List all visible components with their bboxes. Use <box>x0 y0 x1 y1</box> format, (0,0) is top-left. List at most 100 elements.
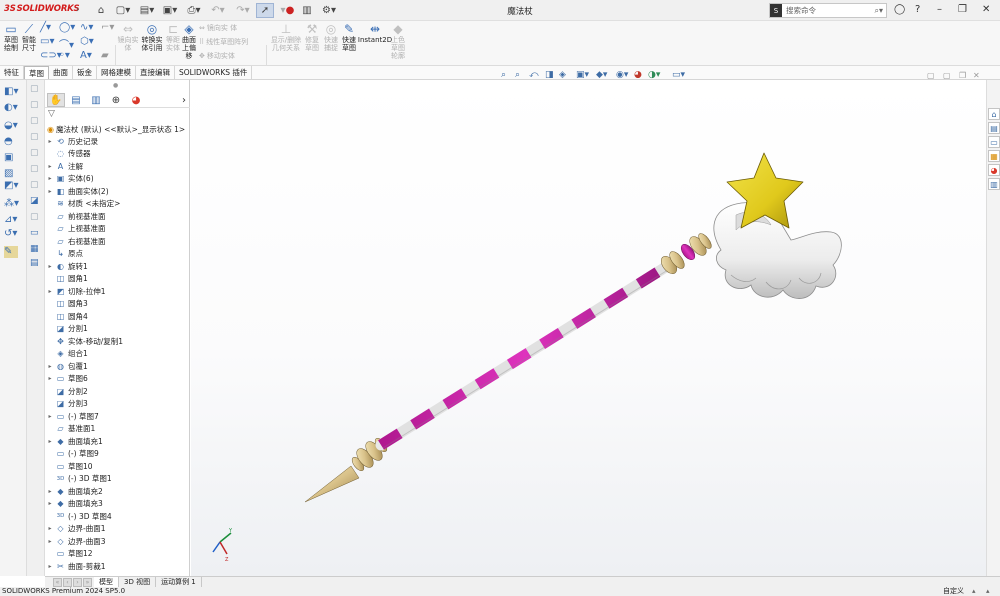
minimize-button[interactable]: – <box>937 4 942 15</box>
tree-item[interactable]: ▸ ◆ 曲面填充3 <box>45 498 185 510</box>
tab-motion-study[interactable]: 运动算例 1 <box>156 577 202 587</box>
home-icon[interactable]: ⌂ <box>93 3 109 18</box>
tree-item[interactable]: ◪ 分割2 <box>45 385 185 397</box>
display-delete-relations-button[interactable]: ⊥ 显示/删除 几何关系 <box>270 23 302 53</box>
tool-b-icon[interactable]: ▢ <box>30 100 39 110</box>
tree-item[interactable]: ▸ ◆ 曲面填充2 <box>45 485 185 497</box>
shell-icon[interactable]: ▨ <box>4 168 13 179</box>
tree-item[interactable]: ▱ 右视基准面 <box>45 235 185 247</box>
tool-f-icon[interactable]: ▢ <box>30 164 39 174</box>
tree-item[interactable]: ▸ ▣ 实体(6) <box>45 173 185 185</box>
search-commands-field[interactable]: S 搜索命令 ⌕▾ <box>769 3 887 18</box>
custom-properties-icon[interactable]: ▥ <box>988 178 1000 190</box>
tree-item[interactable]: ▸ ▭ (-) 草图7 <box>45 410 185 422</box>
status-units[interactable]: 自定义 <box>943 587 964 596</box>
status-options-icon[interactable]: ▴ <box>986 587 990 596</box>
open-icon[interactable]: ▤▾ <box>137 3 157 18</box>
rectangle-icon[interactable]: ▭▾ <box>40 36 54 47</box>
point-icon[interactable]: ◦▾ <box>59 50 70 61</box>
instant2d-button[interactable]: ⇹ Instant2D <box>358 23 392 45</box>
circle-icon[interactable]: ◯▾ <box>59 22 75 33</box>
loft-icon[interactable]: ◓ <box>4 136 13 147</box>
tool-c-icon[interactable]: ▢ <box>30 116 39 126</box>
tree-item[interactable]: ◌ 传感器 <box>45 148 185 160</box>
tree-root[interactable]: ◉ 魔法杖 (默认) <<默认>_显示状态 1> <box>45 123 185 135</box>
last-tab-icon[interactable]: » <box>83 577 92 587</box>
expand-arrow-icon[interactable]: ▸ <box>45 363 55 370</box>
plane-sketch-icon[interactable]: ▰ <box>101 50 109 61</box>
expand-arrow-icon[interactable]: ▸ <box>45 563 55 570</box>
tree-item[interactable]: ▸ ◇ 边界-曲面1 <box>45 523 185 535</box>
appearances-icon[interactable]: ◕ <box>988 164 1000 176</box>
first-tab-icon[interactable]: « <box>53 577 62 587</box>
mirror-button[interactable]: ⇔ 镜向实 体 <box>199 24 259 32</box>
offset-on-surface-button[interactable]: ◈ 曲面 上偏 移 <box>181 23 197 61</box>
tree-item[interactable]: ◪ 分割3 <box>45 398 185 410</box>
view-palette-icon[interactable]: ▦ <box>988 150 1000 162</box>
tab-sketch[interactable]: 草图 <box>24 66 49 79</box>
offset-entities-button[interactable]: ⊏ 等距 实体 <box>165 23 181 53</box>
filter-icon[interactable]: ▽ <box>48 109 55 119</box>
tab-addins[interactable]: SOLIDWORKS 插件 <box>175 66 253 79</box>
ref-geometry-icon[interactable]: ⊿▾ <box>4 214 17 225</box>
tree-item[interactable]: ▱ 前视基准面 <box>45 210 185 222</box>
viewport-close-icon[interactable]: ✕ <box>973 71 980 80</box>
tree-item[interactable]: ▭ 草图10 <box>45 460 185 472</box>
tree-item[interactable]: ▱ 上视基准面 <box>45 223 185 235</box>
help-icon[interactable]: ? <box>915 4 920 15</box>
expand-arrow-icon[interactable]: ▸ <box>45 413 55 420</box>
viewport-tile-icon[interactable]: ▢ <box>943 71 951 80</box>
tree-item[interactable]: ▸ ◩ 切除-拉伸1 <box>45 285 185 297</box>
dynamic-annotation-icon[interactable]: ◈ <box>559 70 566 80</box>
design-library-icon[interactable]: ▤ <box>988 122 1000 134</box>
linear-pattern-button[interactable]: ⠿ 线性草图阵列 <box>199 38 259 46</box>
tree-item[interactable]: ▸ ⟲ 历史记录 <box>45 135 185 147</box>
curves-icon[interactable]: ↺▾ <box>4 228 17 239</box>
render-tool-icon[interactable]: ▤ <box>30 258 39 268</box>
view-orientation-icon[interactable]: ▣▾ <box>576 70 589 80</box>
pattern-icon[interactable]: ⁂▾ <box>4 198 19 209</box>
sweep-icon[interactable]: ◒▾ <box>4 120 18 131</box>
search-icon[interactable]: ⌕▾ <box>875 6 884 16</box>
quick-snaps-button[interactable]: ◎ 快速 捕捉 <box>322 23 340 53</box>
search-scope-icon[interactable]: S <box>770 4 782 17</box>
convert-entities-button[interactable]: ◎ 转换实 体引用 <box>139 23 165 53</box>
select-tool-icon[interactable]: ➚ <box>256 3 274 18</box>
tree-item[interactable]: ≋ 材质 <未指定> <box>45 198 185 210</box>
section-view-icon[interactable]: ◨ <box>545 70 554 80</box>
expand-arrow-icon[interactable]: ▸ <box>45 175 55 182</box>
expand-arrow-icon[interactable]: ▸ <box>45 500 55 507</box>
expand-arrow-icon[interactable]: ▸ <box>45 138 55 145</box>
repair-sketch-button[interactable]: ⚒ 修复 草图 <box>303 23 321 53</box>
view-settings-icon[interactable]: ▭▾ <box>672 70 685 80</box>
redo-icon[interactable]: ↷▾ <box>233 3 253 18</box>
tree-item[interactable]: ▸ ◆ 曲面填充1 <box>45 435 185 447</box>
tree-item[interactable]: ▸ ◍ 包覆1 <box>45 360 185 372</box>
tree-item[interactable]: ◪ 分割1 <box>45 323 185 335</box>
expand-arrow-icon[interactable]: ▸ <box>45 525 55 532</box>
tool-g-icon[interactable]: ▢ <box>30 180 39 190</box>
file-explorer-icon[interactable]: ▭ <box>988 136 1000 148</box>
tree-item[interactable]: ◫ 圆角1 <box>45 273 185 285</box>
instant3d-icon[interactable]: ✎ <box>4 246 18 258</box>
smart-dimension-button[interactable]: ⟋ 智能 尺寸 <box>20 23 38 53</box>
tree-item[interactable]: ▸ ▭ 草图6 <box>45 373 185 385</box>
tree-item[interactable]: ◫ 圆角4 <box>45 310 185 322</box>
zoom-to-fit-icon[interactable]: ⌕ <box>501 70 506 80</box>
tree-item[interactable]: ▸ ◧ 曲面实体(2) <box>45 185 185 197</box>
expand-arrow-icon[interactable]: ▸ <box>45 188 55 195</box>
solidworks-resources-icon[interactable]: ⌂ <box>988 108 1000 120</box>
move-entities-button[interactable]: ✥ 移动实体 <box>199 52 259 60</box>
display-style-icon[interactable]: ◆▾ <box>596 70 607 80</box>
units-dropdown-icon[interactable]: ▴ <box>972 587 976 596</box>
tree-item[interactable]: ▸ ◇ 边界-曲面3 <box>45 535 185 547</box>
tool-e-icon[interactable]: ▢ <box>30 148 39 158</box>
tab-3d-views[interactable]: 3D 视图 <box>119 577 157 587</box>
graphics-area[interactable]: Y Z ⌕ ⌕ ⤺ ◨ ◈ ▣▾ ◆▾ ◉▾ ◕ ◑▾ ▭▾ ▢ ▢ ❐ ✕ <box>191 70 986 576</box>
spline-icon[interactable]: ∿▾ <box>80 22 93 33</box>
solidworks-logo[interactable]: 3SSOLIDWORKS <box>4 4 80 14</box>
dimxpert-tab[interactable]: ⊕ <box>107 93 125 107</box>
text-icon[interactable]: A▾ <box>80 50 92 61</box>
tool-a-icon[interactable]: ▢ <box>30 84 39 94</box>
polygon-icon[interactable]: ⬡▾ <box>80 36 94 47</box>
